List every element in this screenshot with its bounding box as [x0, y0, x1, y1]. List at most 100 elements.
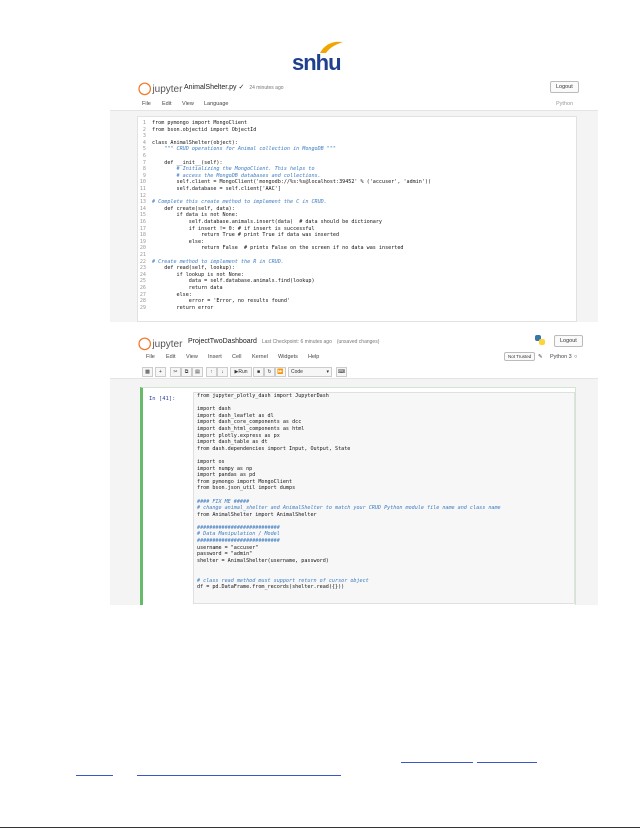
chevron-down-icon: ▾ — [326, 369, 329, 375]
code-line: class AnimalShelter(object): — [152, 139, 238, 146]
menu-help[interactable]: Help — [308, 354, 319, 360]
cell-code-line: from AnimalShelter import AnimalShelter — [197, 511, 317, 518]
logout-button[interactable]: Logout — [554, 335, 583, 347]
menu-language[interactable]: Language — [204, 101, 228, 107]
line-number: 18 — [139, 232, 146, 239]
menu-file[interactable]: File — [146, 354, 155, 360]
stop-icon[interactable]: ■ — [253, 367, 264, 377]
line-number: 6 — [142, 153, 146, 159]
cell-code-line: from bson.json_util import dumps — [197, 485, 296, 492]
logout-button[interactable]: Logout — [550, 81, 579, 93]
cell-type-select[interactable]: Code ▾ — [288, 367, 332, 377]
cell-code-line: import pandas as pd — [197, 472, 256, 479]
menu-cell[interactable]: Cell — [232, 354, 241, 360]
kernel-status-icon: ○ — [574, 354, 578, 360]
save-status: 24 minutes ago — [249, 85, 284, 91]
line-number: 12 — [139, 192, 146, 199]
cell-code-line: import dash_table as dt — [197, 439, 268, 446]
logo-text: snhu — [292, 50, 342, 75]
cell-code-line: import dash_leaflet as dl — [197, 412, 274, 419]
cell-code-line: from jupyter_plotly_dash import JupyterD… — [197, 393, 329, 399]
line-number: 8 — [142, 166, 146, 173]
notebook-toolbar: ▩ + ✂ ⧉ ▤ ↑ ↓ ▶Run ■ ↻ ⏩ Code ▾ ⌨ — [110, 365, 598, 379]
jupyter-logo: ◯jupyter — [138, 336, 183, 350]
menu-widgets[interactable]: Widgets — [278, 354, 298, 360]
line-number: 11 — [139, 186, 146, 192]
paste-icon[interactable]: ▤ — [192, 367, 203, 377]
menu-view[interactable]: View — [186, 354, 198, 360]
menu-insert[interactable]: Insert — [208, 354, 222, 360]
code-line: from pymongo import MongoClient — [152, 120, 248, 126]
link-underline[interactable] — [137, 775, 341, 776]
code-line: return data — [152, 285, 223, 291]
code-line: if data is not None: — [152, 212, 238, 219]
copy-icon[interactable]: ⧉ — [181, 367, 192, 377]
menu-file[interactable]: File — [142, 101, 151, 107]
code-cell[interactable]: In [41]: from jupyter_plotly_dash import… — [140, 387, 576, 605]
cell-code-line: #### FIX ME ##### — [197, 498, 250, 505]
code-line: if lookup is not None: — [152, 271, 245, 278]
cell-code-line: # Data Manipulation / Model — [197, 531, 280, 538]
code-line: self.client = MongoClient('mongodb://%s:… — [152, 179, 432, 186]
pencil-icon[interactable]: ✎ — [538, 354, 543, 360]
unsaved-status: (unsaved changes) — [336, 339, 380, 345]
code-line: else: — [152, 238, 205, 245]
cell-code-line: df = pd.DataFrame.from_records(shelter.r… — [197, 584, 345, 591]
code-line: from bson.objectid import ObjectId — [152, 126, 257, 133]
code-line: # Initializing the MongoClient. This hel… — [152, 166, 315, 173]
line-number: 1 — [142, 120, 146, 126]
cell-code-line — [194, 400, 574, 407]
code-line: return True # print True if data was ins… — [152, 232, 340, 239]
cell-code-line — [194, 518, 574, 525]
move-up-icon[interactable]: ↑ — [206, 367, 217, 377]
menu-bar: File Edit View Language Python — [110, 98, 598, 111]
cell-input[interactable]: from jupyter_plotly_dash import JupyterD… — [193, 392, 575, 604]
line-number: 10 — [139, 179, 146, 186]
save-icon[interactable]: ▩ — [142, 367, 153, 377]
add-cell-icon[interactable]: + — [155, 367, 166, 377]
line-number: 2 — [142, 126, 146, 133]
line-number: 27 — [139, 291, 146, 298]
code-line: # Complete this create method to impleme… — [152, 199, 327, 206]
line-number: 15 — [139, 212, 146, 219]
cut-icon[interactable]: ✂ — [170, 367, 181, 377]
line-number: 25 — [139, 278, 146, 285]
checkpoint-status: Last Checkpoint: 6 minutes ago — [261, 339, 332, 345]
keyboard-icon[interactable]: ⌨ — [336, 367, 347, 377]
line-number: 13 — [139, 199, 146, 206]
cell-code-line: ########################### — [197, 538, 280, 545]
menu-view[interactable]: View — [182, 101, 194, 107]
trust-indicator[interactable]: Not Trusted — [504, 352, 536, 361]
code-editor[interactable]: 1 from pymongo import MongoClient 2 from bs… — [137, 116, 577, 322]
line-number: 23 — [139, 265, 146, 272]
kernel-name: Python 3 — [550, 354, 572, 360]
menu-edit[interactable]: Edit — [166, 354, 175, 360]
cell-code-line: import numpy as np — [197, 465, 253, 472]
move-down-icon[interactable]: ↓ — [217, 367, 228, 377]
line-number: 16 — [139, 219, 146, 225]
code-line: def __init__(self): — [152, 159, 223, 166]
cell-code-line: password = "admin" — [197, 551, 253, 558]
line-number: 14 — [139, 205, 146, 212]
line-number: 29 — [139, 304, 146, 311]
menu-edit[interactable]: Edit — [162, 101, 171, 107]
cell-code-line: from pymongo import MongoClient — [197, 478, 293, 485]
link-underline[interactable] — [477, 762, 537, 763]
cell-code-line — [194, 564, 574, 571]
code-line: error = 'Error, no results found' — [152, 298, 291, 305]
link-underline[interactable] — [401, 762, 473, 763]
menu-kernel[interactable]: Kernel — [252, 354, 268, 360]
link-underline[interactable] — [76, 775, 113, 776]
fast-forward-icon[interactable]: ⏩ — [275, 367, 286, 377]
code-line: data = self.database.animals.find(lookup… — [152, 278, 315, 285]
restart-icon[interactable]: ↻ — [264, 367, 275, 377]
python-icon — [535, 335, 545, 345]
file-title[interactable]: AnimalShelter.py — [184, 84, 237, 91]
notebook-screenshot: ◯jupyter ProjectTwoDashboard Last Checkp… — [110, 331, 598, 605]
line-number: 9 — [142, 172, 146, 179]
notebook-title[interactable]: ProjectTwoDashboard — [188, 338, 257, 345]
code-line: self.database = self.client['AAC'] — [152, 186, 281, 192]
line-number: 3 — [142, 133, 146, 140]
code-line: if insert != 0: # if insert is successfu… — [152, 225, 315, 232]
run-button[interactable]: ▶Run — [230, 367, 252, 377]
